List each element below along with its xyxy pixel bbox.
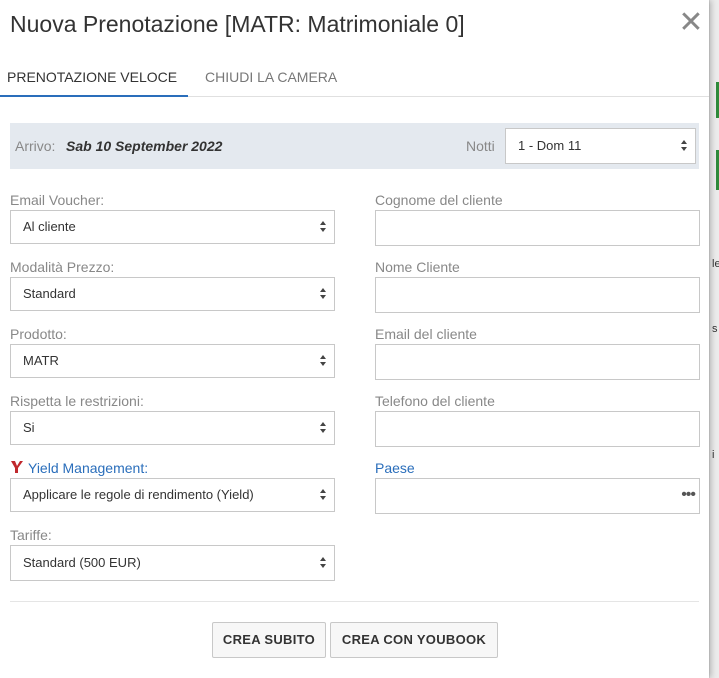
customer-email-input[interactable] [375,344,700,380]
nights-select[interactable]: 1 - Dom 11 [505,128,696,164]
chevron-updown-icon [320,287,327,301]
customer-name-label: Nome Cliente [375,259,460,275]
new-booking-modal: Nuova Prenotazione [MATR: Matrimoniale 0… [0,0,709,678]
customer-phone-label: Telefono del cliente [375,393,495,409]
tab-close-room[interactable]: CHIUDI LA CAMERA [205,58,337,96]
arrival-date: Sab 10 September 2022 [66,138,223,154]
restrictions-select[interactable]: Si [10,411,335,445]
rates-label: Tariffe: [10,527,52,543]
price-mode-select[interactable]: Standard [10,277,335,311]
chevron-updown-icon [320,488,327,502]
yield-management-label[interactable]: Yield Management: [28,460,148,476]
chevron-updown-icon [320,220,327,234]
background-text: i [712,449,715,461]
create-now-button[interactable]: CREA SUBITO [212,622,326,658]
modal-title: Nuova Prenotazione [MATR: Matrimoniale 0… [10,11,465,37]
customer-name-input[interactable] [375,277,700,313]
create-with-youbook-button[interactable]: CREA CON YOUBOOK [330,622,498,658]
customer-surname-input[interactable] [375,210,700,246]
arrival-label: Arrivo: [15,138,56,154]
product-label: Prodotto: [10,326,67,342]
email-voucher-select[interactable]: Al cliente [10,210,335,244]
customer-email-label: Email del cliente [375,326,477,342]
more-dots-icon[interactable]: ••• [681,479,696,511]
divider [10,601,699,602]
background-page-strip: le s i [709,0,719,678]
product-select[interactable]: MATR [10,344,335,378]
rates-select[interactable]: Standard (500 EUR) [10,545,335,581]
customer-surname-label: Cognome del cliente [375,192,503,208]
restrictions-label: Rispetta le restrizioni: [10,393,144,409]
price-mode-label: Modalità Prezzo: [10,259,115,275]
email-voucher-value: Al cliente [23,219,76,234]
nights-label: Notti [466,138,495,154]
nights-select-value: 1 - Dom 11 [518,138,582,153]
product-value: MATR [23,353,59,368]
yield-icon [11,461,23,473]
yield-management-select[interactable]: Applicare le regole di rendimento (Yield… [10,478,335,512]
chevron-updown-icon [320,556,327,570]
rates-value: Standard (500 EUR) [23,555,141,570]
restrictions-value: Si [23,420,35,435]
chevron-updown-icon [320,421,327,435]
background-text: s [712,323,718,335]
yield-management-value: Applicare le regole di rendimento (Yield… [23,487,254,502]
arrival-bar: Arrivo: Sab 10 September 2022 Notti 1 - … [10,123,699,169]
customer-phone-input[interactable] [375,411,700,447]
background-text: le [712,258,719,270]
tab-bar: PRENOTAZIONE VELOCE CHIUDI LA CAMERA [0,58,709,97]
country-label[interactable]: Paese [375,460,415,476]
chevron-updown-icon [681,139,688,153]
close-icon[interactable]: ✕ [678,8,704,38]
tab-quick-booking[interactable]: PRENOTAZIONE VELOCE [0,58,189,97]
email-voucher-label: Email Voucher: [10,192,105,208]
country-select[interactable]: ••• [375,478,700,514]
chevron-updown-icon [320,354,327,368]
price-mode-value: Standard [23,286,76,301]
